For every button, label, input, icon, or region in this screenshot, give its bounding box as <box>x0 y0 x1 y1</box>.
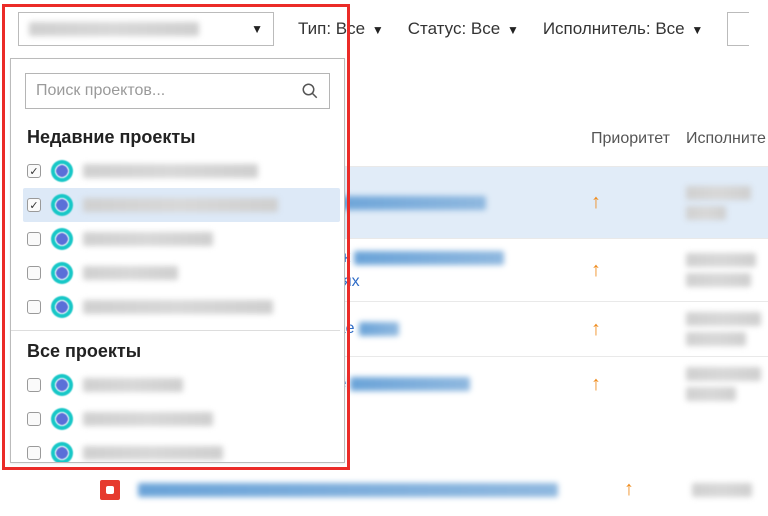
project-avatar-icon <box>51 442 73 462</box>
project-checkbox[interactable] <box>27 378 41 392</box>
caret-down-icon: ▼ <box>372 23 384 37</box>
project-checkbox[interactable] <box>27 266 41 280</box>
table-row[interactable]: ые↑ <box>320 356 768 411</box>
filter-status-label: Статус: Все <box>408 19 500 38</box>
project-list-item[interactable] <box>23 188 340 222</box>
project-avatar-icon <box>51 194 73 216</box>
task-link[interactable] <box>350 377 470 391</box>
col-priority[interactable]: Приоритет <box>591 130 686 148</box>
project-current-value <box>29 22 199 36</box>
task-assignee <box>686 273 751 287</box>
filter-type-label: Тип: Все <box>298 19 365 38</box>
task-link[interactable] <box>326 196 486 210</box>
project-checkbox[interactable] <box>27 300 41 314</box>
project-name <box>83 232 213 246</box>
priority-up-icon: ↑ <box>591 373 601 395</box>
table-row[interactable]: ↑ <box>320 166 768 238</box>
project-avatar-icon <box>51 374 73 396</box>
task-assignee <box>686 253 756 267</box>
project-list-item[interactable] <box>23 222 340 256</box>
task-assignee <box>686 332 746 346</box>
priority-up-icon: ↑ <box>591 259 601 281</box>
col-assignee[interactable]: Исполните <box>686 130 768 148</box>
project-list-item[interactable] <box>23 290 340 324</box>
project-list-item[interactable] <box>23 368 340 402</box>
project-search[interactable] <box>25 73 330 109</box>
filter-type[interactable]: Тип: Все ▼ <box>298 19 384 39</box>
project-name <box>83 412 213 426</box>
filter-assignee[interactable]: Исполнитель: Все ▼ <box>543 19 703 39</box>
project-name <box>83 378 183 392</box>
task-assignee <box>686 206 726 220</box>
project-selector[interactable]: ▼ <box>18 12 274 46</box>
priority-up-icon: ↑ <box>591 191 601 213</box>
table-row[interactable]: ваксиях↑ <box>320 238 768 301</box>
priority-up-icon: ↑ <box>624 478 634 501</box>
project-avatar-icon <box>51 228 73 250</box>
task-assignee <box>686 186 751 200</box>
project-group-label: Недавние проекты <box>23 117 340 154</box>
project-checkbox[interactable] <box>27 446 41 460</box>
project-avatar-icon <box>51 408 73 430</box>
project-avatar-icon <box>51 160 73 182</box>
project-name <box>83 300 273 314</box>
project-checkbox[interactable] <box>27 164 41 178</box>
project-name <box>83 198 278 212</box>
project-name <box>83 164 258 178</box>
caret-down-icon: ▼ <box>691 23 703 37</box>
search-input[interactable] <box>36 82 301 100</box>
project-group-label: Все проекты <box>23 331 340 368</box>
table-row[interactable]: жае↑ <box>320 301 768 356</box>
priority-up-icon: ↑ <box>591 318 601 340</box>
project-list-item[interactable] <box>23 256 340 290</box>
task-link[interactable] <box>359 322 399 336</box>
project-checkbox[interactable] <box>27 412 41 426</box>
table-header: Приоритет Исполните <box>320 120 768 166</box>
task-title-fragment: сиях <box>326 273 591 291</box>
task-assignee <box>692 483 752 497</box>
caret-down-icon: ▼ <box>251 22 263 36</box>
project-dropdown: Недавние проекты Все проекты <box>10 58 345 463</box>
project-list-item[interactable] <box>23 436 340 462</box>
task-assignee <box>686 387 736 401</box>
project-list-item[interactable] <box>23 402 340 436</box>
task-link[interactable] <box>138 483 558 497</box>
project-name <box>83 446 223 460</box>
project-list-item[interactable] <box>23 154 340 188</box>
task-assignee <box>686 312 761 326</box>
project-avatar-icon <box>51 296 73 318</box>
project-name <box>83 266 178 280</box>
task-assignee <box>686 367 761 381</box>
project-checkbox[interactable] <box>27 232 41 246</box>
stop-icon <box>100 480 120 500</box>
project-list-scroll[interactable]: Недавние проекты Все проекты <box>11 115 344 462</box>
search-icon <box>301 82 319 100</box>
caret-down-icon: ▼ <box>507 23 519 37</box>
filter-status[interactable]: Статус: Все ▼ <box>408 19 519 39</box>
project-avatar-icon <box>51 262 73 284</box>
filter-assignee-label: Исполнитель: Все <box>543 19 685 38</box>
task-table: Приоритет Исполните ↑ваксиях↑жае↑ые↑ <box>320 120 768 411</box>
task-link[interactable] <box>354 251 504 265</box>
truncated-control <box>727 12 749 46</box>
project-checkbox[interactable] <box>27 198 41 212</box>
table-row[interactable]: ↑ <box>100 478 752 501</box>
